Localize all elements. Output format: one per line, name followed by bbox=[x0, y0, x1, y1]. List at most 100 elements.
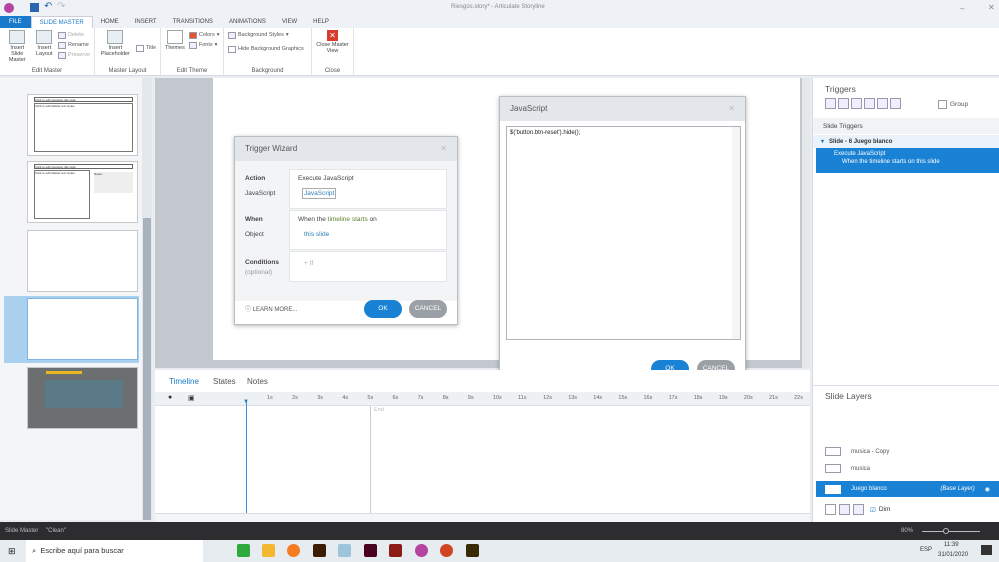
add-condition-link[interactable]: + If bbox=[304, 260, 313, 267]
label: Delete bbox=[67, 32, 84, 38]
slide-trigger-group[interactable]: ▾ Slide - 6 Juego blanco bbox=[813, 135, 999, 148]
tab-transitions[interactable]: TRANSITIONS bbox=[165, 16, 221, 28]
file-explorer-icon[interactable] bbox=[262, 544, 275, 557]
slides-scrollbar[interactable] bbox=[142, 78, 152, 520]
ok-button[interactable]: OK bbox=[364, 300, 402, 318]
fonts-button[interactable]: Fonts ▾ bbox=[188, 40, 220, 50]
action-dropdown[interactable]: Execute JavaScript bbox=[298, 175, 354, 182]
end-label: End bbox=[374, 407, 384, 413]
layer-name: Juego blanco bbox=[851, 486, 887, 492]
hide-background-graphics-checkbox[interactable]: Hide Background Graphics bbox=[228, 44, 307, 54]
cancel-button[interactable]: CANCEL bbox=[409, 300, 447, 318]
camtasia-icon[interactable] bbox=[237, 544, 250, 557]
trigger-item-selected[interactable]: Execute JavaScript When the timeline sta… bbox=[816, 148, 999, 173]
playhead[interactable] bbox=[246, 401, 247, 513]
tab-notes[interactable]: Notes bbox=[247, 377, 268, 386]
indesign-icon[interactable] bbox=[364, 544, 377, 557]
powerpoint-icon[interactable] bbox=[440, 544, 453, 557]
undo-icon[interactable]: ↶ bbox=[44, 1, 52, 12]
title-checkbox[interactable]: Title bbox=[135, 44, 156, 52]
windows-start-icon[interactable]: ⊞ bbox=[8, 546, 16, 557]
layout-thumb-selected[interactable] bbox=[27, 298, 138, 360]
layout-thumb[interactable]: Click to edit Question title style Click… bbox=[27, 94, 138, 156]
save-icon[interactable] bbox=[30, 3, 39, 12]
move-up-down-icon[interactable] bbox=[890, 98, 901, 109]
layout-thumb[interactable] bbox=[27, 230, 138, 292]
delete-icon[interactable] bbox=[877, 98, 888, 109]
rename-button[interactable]: Rename bbox=[57, 40, 90, 50]
copy-icon[interactable] bbox=[851, 98, 862, 109]
label: Insert Layout bbox=[36, 45, 53, 57]
stage-scrollbar[interactable] bbox=[802, 78, 810, 368]
zoom-slider-thumb[interactable] bbox=[943, 528, 949, 534]
notifications-icon[interactable] bbox=[981, 545, 992, 555]
tab-slide-master[interactable]: SLIDE MASTER bbox=[30, 16, 93, 28]
learn-more-link[interactable]: ⓘ LEARN MORE... bbox=[245, 304, 297, 313]
search-box[interactable]: ⌕ Escribe aquí para buscar bbox=[26, 540, 203, 562]
tab-insert[interactable]: INSERT bbox=[127, 16, 165, 28]
layer-item[interactable]: musica - Copy bbox=[825, 447, 889, 456]
storyline-icon[interactable] bbox=[415, 544, 428, 557]
close-icon: ✕ bbox=[327, 30, 338, 41]
javascript-link[interactable]: JavaScript bbox=[302, 188, 337, 199]
redo-icon[interactable]: ↷ bbox=[57, 1, 65, 12]
ruler-tick-label: 20s bbox=[743, 395, 753, 401]
firefox-icon[interactable] bbox=[287, 544, 300, 557]
text: on bbox=[369, 216, 377, 223]
tab-animations[interactable]: ANIMATIONS bbox=[221, 16, 274, 28]
timeline-scrollbar[interactable] bbox=[155, 513, 810, 522]
close-icon[interactable]: ✕ bbox=[440, 137, 447, 161]
background-styles-button[interactable]: Background Styles ▾ bbox=[228, 30, 307, 40]
close-icon[interactable]: ✕ bbox=[728, 97, 735, 121]
base-layer-item[interactable]: Juego blanco (Base Layer) ◉ bbox=[816, 481, 999, 497]
preserve-button[interactable]: Preserve bbox=[57, 50, 90, 60]
label: Insert Slide Master bbox=[8, 45, 26, 63]
ruler-tick-label: 3s bbox=[317, 395, 323, 401]
search-placeholder: Escribe aquí para buscar bbox=[40, 546, 124, 555]
clock-time[interactable]: 11:39 bbox=[944, 542, 959, 548]
layout-thumb[interactable]: Click to edit Question title style Click… bbox=[27, 161, 138, 223]
editor-scrollbar[interactable] bbox=[732, 127, 740, 339]
thumb-body: Click to edit Master text styles bbox=[34, 103, 133, 152]
show-hide-icon[interactable]: ● bbox=[168, 394, 172, 401]
tab-view[interactable]: VIEW bbox=[274, 16, 305, 28]
layout-thumb-game[interactable] bbox=[27, 367, 138, 429]
playhead-marker-icon[interactable]: ▼ bbox=[243, 399, 249, 405]
new-layer-icon[interactable] bbox=[825, 504, 836, 515]
lock-icon[interactable]: ▣ bbox=[188, 394, 195, 402]
tab-timeline[interactable]: Timeline bbox=[169, 377, 199, 386]
javascript-dialog: JavaScript ✕ $('button.btn-reset').hide()… bbox=[499, 96, 746, 383]
tab-help[interactable]: HELP bbox=[305, 16, 337, 28]
bridge-icon[interactable] bbox=[466, 544, 479, 557]
minimize-button[interactable]: – bbox=[960, 4, 964, 13]
paste-icon[interactable] bbox=[864, 98, 875, 109]
dim-checkbox[interactable]: ☑ bbox=[870, 506, 876, 514]
illustrator-icon[interactable] bbox=[313, 544, 326, 557]
dialog-header: JavaScript ✕ bbox=[500, 97, 745, 121]
layer-item[interactable]: musica bbox=[825, 464, 870, 473]
delete-layer-icon[interactable] bbox=[853, 504, 864, 515]
tab-states[interactable]: States bbox=[213, 377, 236, 386]
tab-home[interactable]: HOME bbox=[93, 16, 127, 28]
edit-trigger-icon[interactable] bbox=[838, 98, 849, 109]
end-line[interactable] bbox=[370, 406, 371, 513]
delete-button[interactable]: Delete bbox=[57, 30, 90, 40]
eye-icon[interactable]: ◉ bbox=[985, 486, 990, 493]
close-window-button[interactable]: ✕ bbox=[988, 3, 995, 12]
app-icon[interactable] bbox=[338, 544, 351, 557]
language-indicator[interactable]: ESP bbox=[920, 547, 932, 553]
tab-file[interactable]: FILE bbox=[0, 16, 31, 28]
zoom-slider[interactable] bbox=[922, 531, 980, 532]
colors-button[interactable]: Colors ▾ bbox=[188, 30, 220, 40]
new-trigger-icon[interactable] bbox=[825, 98, 836, 109]
progress-bar bbox=[46, 371, 82, 374]
duplicate-layer-icon[interactable] bbox=[839, 504, 850, 515]
group-checkbox[interactable]: Group bbox=[938, 100, 968, 109]
acrobat-icon[interactable] bbox=[389, 544, 402, 557]
triggers-title: Triggers bbox=[825, 84, 856, 94]
object-dropdown[interactable]: this slide bbox=[304, 231, 329, 238]
when-dropdown[interactable]: timeline starts bbox=[328, 216, 368, 223]
slide-triggers-header: Slide Triggers bbox=[813, 118, 999, 134]
clock-date[interactable]: 31/01/2020 bbox=[938, 552, 968, 558]
javascript-code-editor[interactable]: $('button.btn-reset').hide(); bbox=[506, 126, 741, 340]
